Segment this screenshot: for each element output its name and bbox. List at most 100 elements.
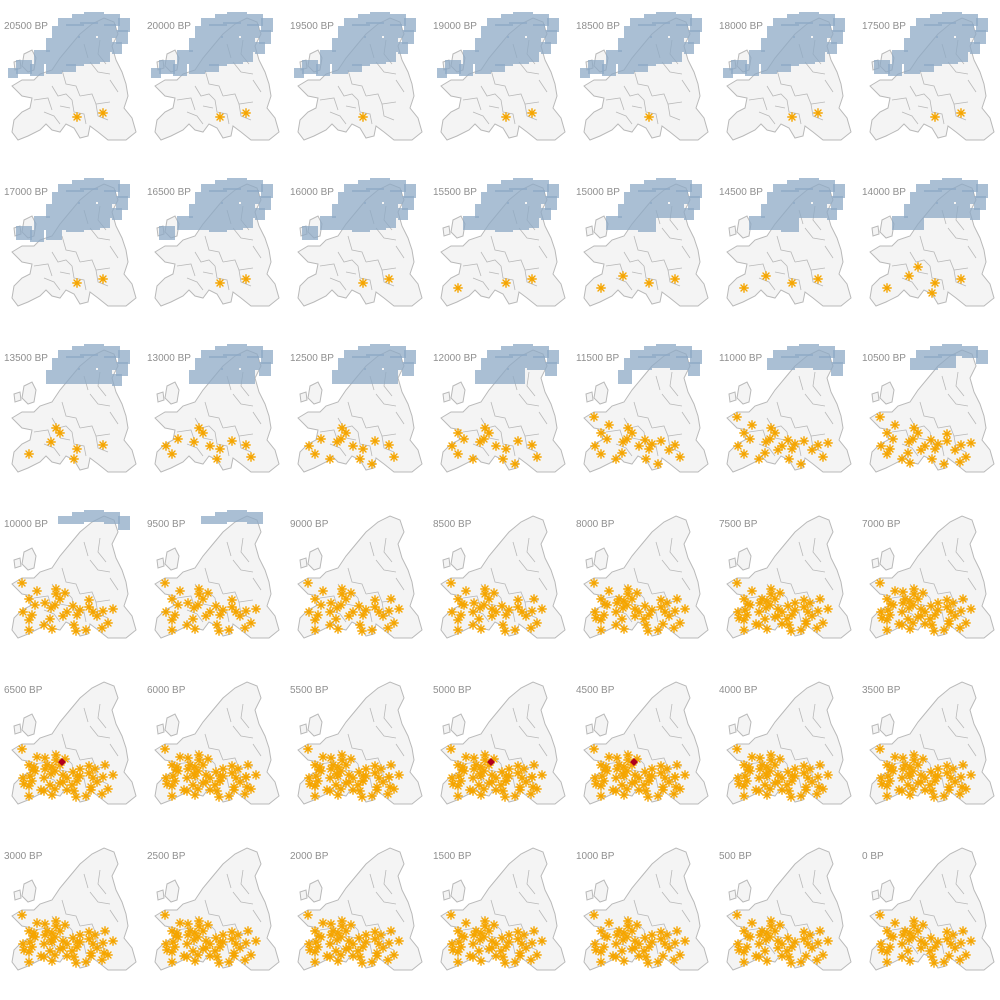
site-marker — [489, 920, 499, 930]
site-marker — [205, 785, 215, 795]
site-marker — [805, 930, 815, 940]
site-marker — [913, 612, 923, 622]
ice-sheet-cell — [52, 26, 66, 38]
ice-sheet-cell — [159, 226, 175, 240]
ice-sheet-cell — [223, 188, 241, 202]
ice-sheet-cell — [767, 26, 781, 38]
site-marker — [966, 438, 976, 448]
britain-landmass — [593, 215, 609, 239]
ice-sheet-cell — [58, 516, 72, 524]
time-label: 2000 BP — [290, 851, 329, 862]
ice-sheet-cell — [336, 218, 352, 230]
site-marker — [887, 762, 897, 772]
time-label: 14000 BP — [862, 187, 906, 198]
site-marker — [590, 607, 600, 617]
site-marker — [51, 584, 61, 594]
site-marker — [732, 910, 742, 920]
site-marker — [361, 930, 371, 940]
site-marker — [526, 789, 536, 799]
site-marker — [479, 434, 489, 444]
site-marker — [897, 939, 907, 949]
time-label: 20000 BP — [147, 21, 191, 32]
site-marker — [527, 938, 537, 948]
ice-sheet-cell — [795, 188, 813, 202]
ice-sheet-cell — [239, 370, 255, 384]
ice-sheet-cell — [118, 516, 130, 530]
ice-sheet-cell — [261, 18, 273, 32]
site-marker — [484, 944, 494, 954]
site-marker — [36, 785, 46, 795]
ice-sheet-cell — [507, 202, 525, 218]
site-marker — [643, 792, 653, 802]
site-marker — [468, 773, 478, 783]
site-marker — [904, 271, 914, 281]
site-marker — [241, 772, 251, 782]
site-marker — [205, 441, 215, 451]
site-marker — [336, 950, 346, 960]
ireland-landmass — [871, 723, 880, 735]
ice-sheet-cell — [527, 24, 545, 38]
site-marker — [517, 607, 527, 617]
ice-sheet-cell — [346, 370, 364, 384]
map-panel: 19000 BP — [429, 0, 571, 166]
site-marker — [55, 944, 65, 954]
ice-sheet-cell — [382, 38, 398, 52]
site-marker — [604, 918, 614, 928]
britain-landmass — [164, 713, 180, 737]
site-marker — [537, 770, 547, 780]
site-marker — [469, 753, 479, 763]
site-marker — [198, 760, 208, 770]
site-marker — [517, 939, 527, 949]
site-marker — [446, 744, 456, 754]
ireland-landmass — [871, 391, 880, 403]
site-marker — [815, 594, 825, 604]
site-marker — [903, 946, 913, 956]
ireland-landmass — [728, 889, 737, 901]
ice-sheet-cell — [547, 350, 559, 364]
site-marker — [812, 623, 822, 633]
site-marker — [471, 760, 481, 770]
site-marker — [240, 955, 250, 965]
site-marker — [304, 773, 314, 783]
site-marker — [167, 957, 177, 967]
site-marker — [19, 945, 29, 955]
site-marker — [367, 625, 377, 635]
site-marker — [358, 112, 368, 122]
britain-landmass — [879, 713, 895, 737]
ice-sheet-cell — [481, 26, 495, 38]
time-label: 12500 BP — [290, 353, 334, 364]
site-marker — [500, 792, 510, 802]
site-marker — [796, 957, 806, 967]
site-marker — [100, 760, 110, 770]
ice-sheet-cell — [189, 38, 203, 52]
ice-sheet-cell — [60, 370, 78, 384]
site-marker — [170, 610, 180, 620]
time-label: 5500 BP — [290, 685, 329, 696]
ice-sheet-cell — [509, 22, 527, 36]
ice-sheet-cell — [209, 52, 227, 66]
ice-sheet-cell — [650, 202, 668, 218]
ice-sheet-cell — [684, 42, 694, 54]
site-marker — [599, 942, 609, 952]
ice-sheet-cell — [34, 216, 50, 230]
ice-sheet-cell — [223, 22, 241, 36]
site-marker — [198, 428, 208, 438]
ice-sheet-cell — [302, 226, 318, 240]
ice-sheet-cell — [638, 52, 656, 66]
site-marker — [179, 951, 189, 961]
site-marker — [376, 930, 386, 940]
ice-sheet-cell — [811, 38, 827, 52]
site-marker — [913, 926, 923, 936]
site-marker — [500, 626, 510, 636]
ice-sheet-cell — [62, 64, 76, 72]
site-marker — [801, 616, 811, 626]
ice-sheet-cell — [104, 512, 120, 524]
site-marker — [670, 772, 680, 782]
ice-sheet-cell — [195, 358, 209, 370]
site-marker — [770, 778, 780, 788]
site-marker — [675, 452, 685, 462]
site-marker — [370, 436, 380, 446]
site-marker — [469, 598, 479, 608]
site-marker — [55, 594, 65, 604]
site-marker — [734, 779, 744, 789]
